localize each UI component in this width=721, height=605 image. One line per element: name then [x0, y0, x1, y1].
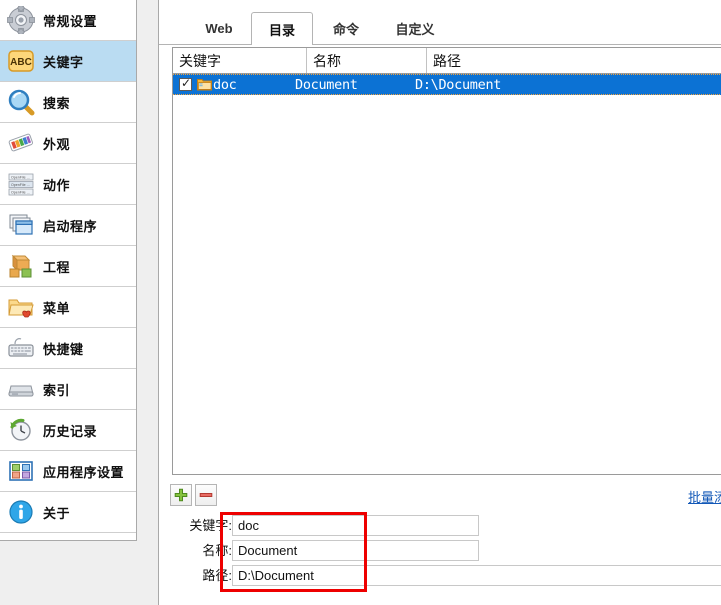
name-input[interactable] — [232, 540, 479, 561]
sidebar-item-label: 历史记录 — [43, 423, 98, 439]
add-entry-button[interactable] — [170, 484, 192, 506]
sidebar-item-label: 关键字 — [43, 54, 84, 70]
sidebar-item-appearance[interactable]: 外观 — [0, 123, 136, 164]
table-row[interactable]: ✓ doc Document D:\Document — [173, 74, 721, 95]
check-mark-icon: ✓ — [181, 76, 192, 90]
minus-icon — [199, 493, 212, 497]
sidebar-item-general-settings[interactable]: 常规设置 — [0, 0, 136, 41]
tabstrip: Web 目录 命令 自定义 — [159, 12, 721, 45]
tab-command[interactable]: 命令 — [315, 13, 377, 44]
tab-label: Web — [205, 21, 233, 36]
form-row-keyword: 关键字: — [0, 515, 721, 537]
magnifier-icon — [6, 87, 36, 117]
sidebar-nav: 常规设置 ABC 关键字 搜索 外观 OpenFile ... OpenFile… — [0, 0, 137, 541]
directory-list[interactable]: 关键字 名称 路径 ✓ doc Document D:\Document — [172, 47, 721, 475]
list-toolbar — [170, 484, 217, 506]
form-row-path: 路径: — [0, 565, 721, 587]
tab-label: 命令 — [332, 22, 359, 37]
sidebar-item-label: 菜单 — [43, 300, 71, 316]
path-label: 路径: — [202, 568, 232, 583]
sidebar-item-label: 索引 — [43, 382, 71, 398]
gear-icon — [6, 5, 36, 35]
sidebar-item-app-settings[interactable]: 应用程序设置 — [0, 451, 136, 492]
tab-web[interactable]: Web — [189, 13, 249, 44]
sidebar-item-label: 启动程序 — [43, 218, 98, 234]
sidebar-item-label: 外观 — [43, 136, 71, 152]
form-row-name: 名称: — [0, 540, 721, 562]
sidebar-item-label: 常规设置 — [43, 13, 98, 29]
svg-text:OpenFile ...: OpenFile ... — [11, 183, 30, 187]
settings-window: 常规设置 ABC 关键字 搜索 外观 OpenFile ... OpenFile… — [0, 0, 721, 605]
sidebar-item-menu[interactable]: 菜单 — [0, 287, 136, 328]
sidebar-item-projects[interactable]: 工程 — [0, 246, 136, 287]
abc-icon: ABC — [6, 46, 36, 76]
column-header-path[interactable]: 路径 — [427, 48, 627, 73]
windows-stack-icon — [6, 210, 36, 240]
palette-icon — [6, 128, 36, 158]
svg-text:OpenFile ...: OpenFile ... — [11, 191, 30, 195]
blocks-icon — [6, 251, 36, 281]
clock-refresh-icon — [6, 415, 36, 445]
batch-add-link[interactable]: 批量添加 — [688, 487, 721, 506]
folder-heart-icon — [6, 292, 36, 322]
sidebar-item-label: 搜索 — [43, 95, 71, 111]
table-header-row: 关键字 名称 路径 — [173, 48, 721, 74]
actions-list-icon: OpenFile ... OpenFile ... OpenFile ... — [6, 169, 36, 199]
remove-entry-button[interactable] — [194, 484, 217, 506]
sidebar-item-index[interactable]: 索引 — [0, 369, 136, 410]
tab-custom[interactable]: 自定义 — [379, 13, 451, 44]
name-label: 名称: — [202, 543, 232, 558]
folder-icon — [197, 78, 212, 91]
row-keyword: doc — [213, 76, 237, 93]
tab-directory[interactable]: 目录 — [251, 12, 313, 45]
sidebar-item-label: 应用程序设置 — [43, 464, 125, 480]
row-checkbox[interactable]: ✓ — [179, 76, 192, 91]
svg-text:ABC: ABC — [10, 57, 32, 68]
svg-text:OpenFile ...: OpenFile ... — [11, 176, 30, 180]
sidebar-item-keywords[interactable]: ABC 关键字 — [0, 41, 136, 82]
app-grid-icon — [6, 456, 36, 486]
keyword-input[interactable] — [232, 515, 479, 536]
keyword-label: 关键字: — [189, 518, 232, 533]
tab-label: 自定义 — [395, 22, 435, 37]
row-path: D:\Document — [415, 76, 502, 93]
sidebar-item-label: 快捷键 — [43, 341, 84, 357]
sidebar-item-label: 动作 — [43, 177, 71, 193]
tab-label: 目录 — [268, 22, 295, 38]
column-header-keyword[interactable]: 关键字 — [173, 48, 306, 73]
sidebar-item-actions[interactable]: OpenFile ... OpenFile ... OpenFile ... 动… — [0, 164, 136, 205]
path-input[interactable] — [232, 565, 721, 586]
row-name: Document — [295, 76, 358, 93]
sidebar-item-startup-programs[interactable]: 启动程序 — [0, 205, 136, 246]
column-header-name[interactable]: 名称 — [307, 48, 426, 73]
sidebar-item-history[interactable]: 历史记录 — [0, 410, 136, 451]
keyboard-icon — [6, 333, 36, 363]
sidebar-item-label: 工程 — [43, 259, 71, 275]
drive-icon — [6, 374, 36, 404]
sidebar-item-shortcuts[interactable]: 快捷键 — [0, 328, 136, 369]
plus-icon — [174, 488, 188, 502]
sidebar-item-search[interactable]: 搜索 — [0, 82, 136, 123]
